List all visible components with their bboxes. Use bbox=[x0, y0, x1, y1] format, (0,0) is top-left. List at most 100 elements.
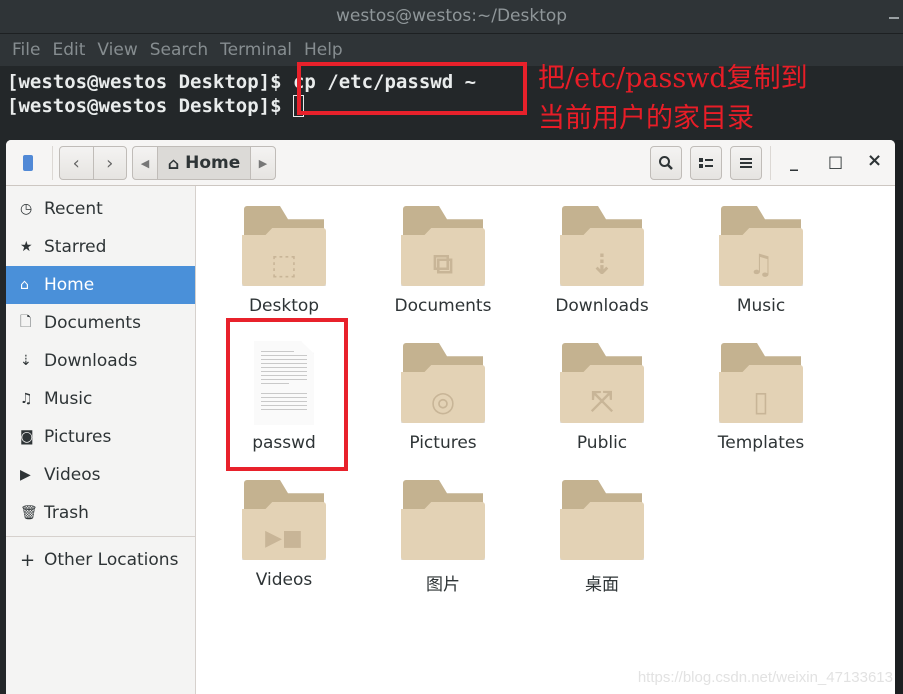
divider bbox=[52, 146, 53, 180]
folder-icon: ⤧ bbox=[560, 341, 644, 425]
sidebar-item-label: Trash bbox=[44, 503, 89, 523]
sidebar-divider bbox=[6, 536, 195, 537]
sidebar: ◷ Recent ★ Starred ⌂ Home 🗋 Documents ⇣ Downl… bbox=[6, 186, 196, 694]
star-icon: ★ bbox=[20, 239, 33, 255]
path-home-button[interactable]: ⌂ Home bbox=[157, 147, 251, 179]
search-button[interactable] bbox=[650, 146, 682, 180]
file-name: 桌面 bbox=[585, 575, 619, 595]
folder-icon: ◎ bbox=[401, 341, 485, 425]
sidebar-item-pictures[interactable]: ◙ Pictures bbox=[6, 418, 195, 456]
list-view-icon bbox=[699, 158, 713, 168]
terminal-minimize-button[interactable] bbox=[889, 17, 899, 19]
sidebar-item-home[interactable]: ⌂ Home bbox=[6, 266, 195, 304]
shell-prompt: [westos@westos Desktop]$ bbox=[7, 95, 293, 117]
folder-icon bbox=[560, 478, 644, 562]
file-name: Pictures bbox=[409, 433, 477, 453]
path-scroll-left-button[interactable]: ◀ bbox=[133, 157, 157, 170]
file-item-templates[interactable]: ▯ Templates bbox=[686, 341, 836, 453]
file-name: Documents bbox=[394, 296, 492, 316]
menu-help[interactable]: Help bbox=[304, 40, 343, 60]
download-icon: ⇣ bbox=[20, 353, 32, 369]
passwd-highlight-box bbox=[226, 318, 348, 471]
folder-icon: ⧉ bbox=[401, 204, 485, 288]
sidebar-item-label: Music bbox=[44, 389, 93, 409]
sidebar-item-label: Pictures bbox=[44, 427, 112, 447]
path-home-label: Home bbox=[185, 153, 241, 173]
file-name: Templates bbox=[717, 433, 805, 453]
maximize-button[interactable]: □ bbox=[828, 152, 843, 171]
menu-button[interactable] bbox=[730, 146, 762, 180]
camera-icon: ◙ bbox=[20, 429, 34, 445]
close-button[interactable]: × bbox=[867, 150, 882, 171]
home-icon: ⌂ bbox=[20, 277, 29, 293]
file-item-documents[interactable]: ⧉ Documents bbox=[368, 204, 518, 316]
file-name: Music bbox=[736, 296, 786, 316]
plus-icon: + bbox=[20, 549, 36, 571]
menu-terminal[interactable]: Terminal bbox=[220, 40, 292, 60]
shell-prompt: [westos@westos Desktop]$ bbox=[7, 71, 293, 93]
template-emblem-icon: ▯ bbox=[753, 384, 769, 418]
menu-search[interactable]: Search bbox=[150, 40, 208, 60]
sidebar-item-label: Other Locations bbox=[44, 550, 179, 570]
sidebar-toggle-drive-icon[interactable] bbox=[23, 155, 33, 171]
file-item-pictures-zh[interactable]: 图片 bbox=[368, 478, 518, 595]
sidebar-item-label: Videos bbox=[44, 465, 101, 485]
file-name: Videos bbox=[255, 570, 313, 590]
sidebar-item-recent[interactable]: ◷ Recent bbox=[6, 190, 195, 228]
file-item-music[interactable]: ♫ Music bbox=[686, 204, 836, 316]
window-edge bbox=[895, 140, 903, 694]
home-icon: ⌂ bbox=[167, 153, 180, 173]
sidebar-item-starred[interactable]: ★ Starred bbox=[6, 228, 195, 266]
file-item-pictures[interactable]: ◎ Pictures bbox=[368, 341, 518, 453]
sidebar-item-videos[interactable]: ▶ Videos bbox=[6, 456, 195, 494]
camera-emblem-icon: ◎ bbox=[430, 384, 456, 418]
sidebar-item-trash[interactable]: 🗑 Trash bbox=[6, 494, 195, 532]
file-item-desktop-zh[interactable]: 桌面 bbox=[527, 478, 677, 595]
folder-icon: ♫ bbox=[719, 204, 803, 288]
folder-icon: ▶■ bbox=[242, 478, 326, 562]
file-item-downloads[interactable]: ⇣ Downloads bbox=[527, 204, 677, 316]
file-name: Public bbox=[576, 433, 628, 453]
download-emblem-icon: ⇣ bbox=[590, 247, 614, 281]
video-emblem-icon: ▶■ bbox=[265, 525, 303, 551]
minimize-button[interactable]: _ bbox=[790, 152, 798, 171]
watermark: https://blog.csdn.net/weixin_47133613 bbox=[637, 669, 893, 686]
search-icon bbox=[659, 156, 673, 170]
forward-button[interactable]: › bbox=[94, 153, 127, 174]
desktop-emblem-icon: ⬚ bbox=[270, 247, 298, 281]
headerbar: ‹ › ◀ ⌂ Home ▶ _ □ × bbox=[6, 140, 895, 186]
file-name: 图片 bbox=[426, 575, 460, 595]
documents-emblem-icon: ⧉ bbox=[433, 247, 453, 280]
share-emblem-icon: ⤧ bbox=[590, 384, 614, 417]
sidebar-item-other-locations[interactable]: + Other Locations bbox=[6, 541, 195, 579]
sidebar-item-music[interactable]: ♫ Music bbox=[6, 380, 195, 418]
path-bar: ◀ ⌂ Home ▶ bbox=[132, 146, 276, 180]
annotation-line-1: 把/etc/passwd复制到 bbox=[538, 63, 808, 94]
sidebar-item-label: Downloads bbox=[44, 351, 138, 371]
folder-icon bbox=[401, 478, 485, 562]
view-toggle-button[interactable] bbox=[690, 146, 722, 180]
file-item-public[interactable]: ⤧ Public bbox=[527, 341, 677, 453]
document-icon: 🗋 bbox=[20, 314, 32, 330]
sidebar-item-documents[interactable]: 🗋 Documents bbox=[6, 304, 195, 342]
file-item-desktop[interactable]: ⬚ Desktop bbox=[209, 204, 359, 316]
menu-view[interactable]: View bbox=[97, 40, 137, 60]
path-scroll-right-button[interactable]: ▶ bbox=[251, 157, 275, 170]
folder-icon: ⬚ bbox=[242, 204, 326, 288]
clock-icon: ◷ bbox=[20, 201, 33, 217]
sidebar-item-label: Home bbox=[44, 275, 95, 295]
sidebar-item-label: Recent bbox=[44, 199, 103, 219]
sidebar-item-label: Starred bbox=[44, 237, 107, 257]
nav-buttons: ‹ › bbox=[59, 146, 127, 180]
file-item-videos[interactable]: ▶■ Videos bbox=[209, 478, 359, 590]
trash-icon: 🗑 bbox=[20, 505, 38, 521]
command-highlight-box bbox=[297, 62, 527, 115]
menu-edit[interactable]: Edit bbox=[52, 40, 85, 60]
folder-icon: ⇣ bbox=[560, 204, 644, 288]
menu-file[interactable]: File bbox=[12, 40, 40, 60]
divider bbox=[770, 146, 771, 180]
back-button[interactable]: ‹ bbox=[60, 153, 93, 174]
file-name: Downloads bbox=[555, 296, 649, 316]
sidebar-item-downloads[interactable]: ⇣ Downloads bbox=[6, 342, 195, 380]
music-emblem-icon: ♫ bbox=[748, 247, 774, 281]
